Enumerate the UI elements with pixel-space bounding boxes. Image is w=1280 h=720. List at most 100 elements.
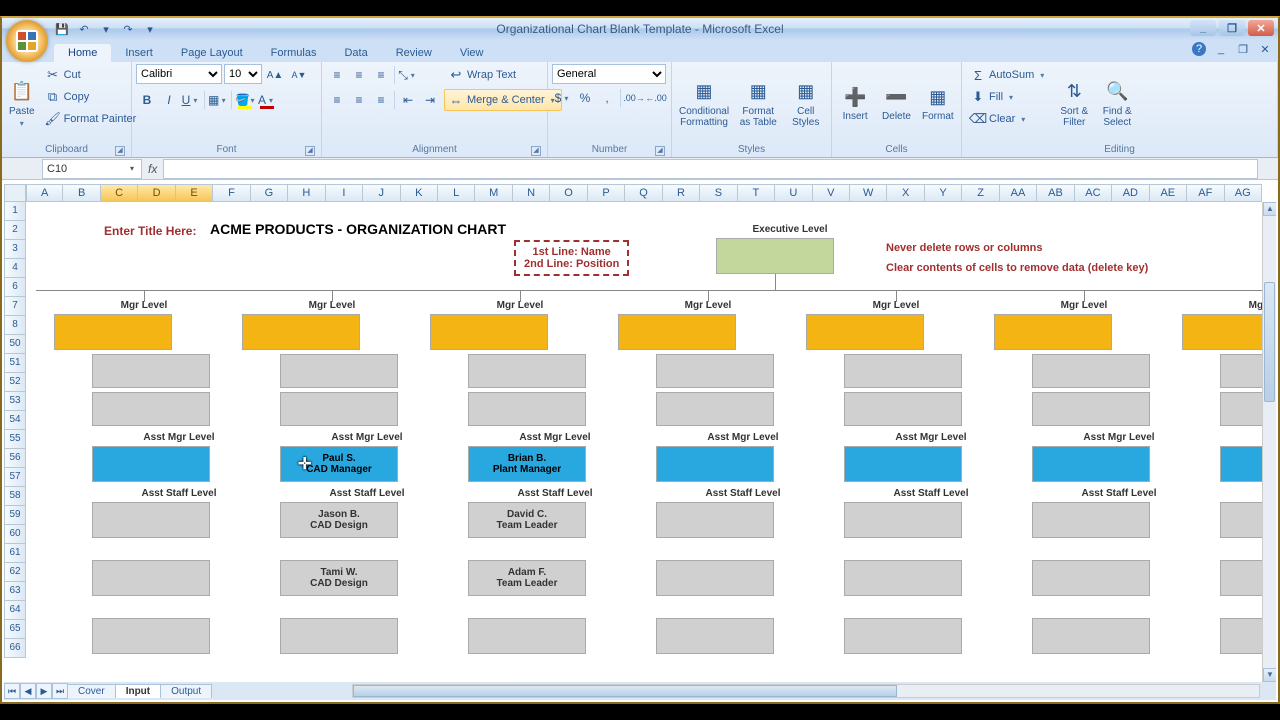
col-AF[interactable]: AF <box>1187 184 1224 202</box>
tab-nav-prev[interactable]: ◀ <box>20 683 36 699</box>
font-color-button[interactable]: A▾ <box>256 89 278 111</box>
staff-box[interactable] <box>1032 354 1150 388</box>
decrease-decimal-button[interactable]: ←.00 <box>645 87 667 109</box>
fill-button[interactable]: ⬇Fill▾ <box>966 86 1051 108</box>
doc-restore[interactable]: ❐ <box>1236 42 1250 56</box>
asststaff-box[interactable]: David C.Team Leader <box>468 502 586 538</box>
col-C[interactable]: C <box>101 184 138 202</box>
asstmgr-box[interactable]: Paul S.CAD Manager <box>280 446 398 482</box>
window-restore[interactable]: ❐ <box>1219 20 1245 36</box>
tab-formulas[interactable]: Formulas <box>257 44 331 62</box>
row-54[interactable]: 54 <box>4 411 26 430</box>
worksheet-cells[interactable]: Enter Title Here: ACME PRODUCTS - ORGANI… <box>26 202 1262 682</box>
asststaff-box[interactable]: Adam F.Team Leader <box>468 560 586 596</box>
asstmgr-box[interactable] <box>92 446 210 482</box>
asststaff-box[interactable] <box>280 618 398 654</box>
row-60[interactable]: 60 <box>4 525 26 544</box>
row-headers[interactable]: 1234678505152535455565758596061626364656… <box>4 202 26 682</box>
window-minimize[interactable]: _ <box>1190 20 1216 36</box>
col-O[interactable]: O <box>550 184 587 202</box>
accounting-button[interactable]: $▾ <box>552 87 574 109</box>
qat-customize-dd[interactable]: ▾ <box>142 21 158 37</box>
cut-button[interactable]: ✂Cut <box>41 64 141 86</box>
row-64[interactable]: 64 <box>4 601 26 620</box>
font-name-select[interactable]: Calibri <box>136 64 222 84</box>
mgr-box[interactable] <box>430 314 548 350</box>
col-I[interactable]: I <box>326 184 363 202</box>
mgr-box[interactable] <box>54 314 172 350</box>
asststaff-box[interactable] <box>844 618 962 654</box>
col-S[interactable]: S <box>700 184 737 202</box>
asststaff-box[interactable] <box>1032 560 1150 596</box>
row-58[interactable]: 58 <box>4 487 26 506</box>
qat-redo-icon[interactable]: ↷ <box>120 21 136 37</box>
staff-box[interactable] <box>656 354 774 388</box>
asstmgr-box[interactable]: Brian B.Plant Manager <box>468 446 586 482</box>
number-dialog-launcher[interactable]: ◢ <box>655 146 665 156</box>
col-AG[interactable]: AG <box>1225 184 1262 202</box>
col-T[interactable]: T <box>738 184 775 202</box>
doc-close[interactable]: ✕ <box>1258 42 1272 56</box>
align-right-button[interactable]: ≡ <box>370 89 392 111</box>
help-icon[interactable]: ? <box>1192 42 1206 56</box>
row-55[interactable]: 55 <box>4 430 26 449</box>
mgr-box[interactable] <box>806 314 924 350</box>
row-52[interactable]: 52 <box>4 373 26 392</box>
row-7[interactable]: 7 <box>4 297 26 316</box>
col-AB[interactable]: AB <box>1037 184 1074 202</box>
tab-nav-next[interactable]: ▶ <box>36 683 52 699</box>
wrap-text-button[interactable]: ↩Wrap Text <box>444 64 562 86</box>
row-66[interactable]: 66 <box>4 639 26 658</box>
row-3[interactable]: 3 <box>4 240 26 259</box>
row-59[interactable]: 59 <box>4 506 26 525</box>
tab-data[interactable]: Data <box>330 44 381 62</box>
row-62[interactable]: 62 <box>4 563 26 582</box>
asststaff-box[interactable] <box>656 560 774 596</box>
asststaff-box[interactable] <box>1032 618 1150 654</box>
find-select-button[interactable]: 🔍Find & Select <box>1097 64 1137 143</box>
asststaff-box[interactable] <box>92 560 210 596</box>
col-L[interactable]: L <box>438 184 475 202</box>
col-Z[interactable]: Z <box>962 184 999 202</box>
col-K[interactable]: K <box>401 184 438 202</box>
row-6[interactable]: 6 <box>4 278 26 297</box>
row-57[interactable]: 57 <box>4 468 26 487</box>
decrease-indent-button[interactable]: ⇤ <box>397 89 419 111</box>
row-53[interactable]: 53 <box>4 392 26 411</box>
col-N[interactable]: N <box>513 184 550 202</box>
col-M[interactable]: M <box>475 184 512 202</box>
window-close[interactable]: ✕ <box>1248 20 1274 36</box>
sheet-tab-cover[interactable]: Cover <box>67 684 116 698</box>
font-size-select[interactable]: 10 <box>224 64 262 84</box>
fill-color-button[interactable]: 🪣▾ <box>234 89 256 111</box>
col-G[interactable]: G <box>251 184 288 202</box>
format-cells-button[interactable]: ▦Format <box>919 64 957 143</box>
formula-bar[interactable] <box>163 159 1258 179</box>
col-X[interactable]: X <box>887 184 924 202</box>
row-8[interactable]: 8 <box>4 316 26 335</box>
mgr-box[interactable] <box>242 314 360 350</box>
qat-undo-icon[interactable]: ↶ <box>76 21 92 37</box>
mgr-box[interactable] <box>618 314 736 350</box>
vertical-scrollbar[interactable]: ▲ ▼ <box>1262 202 1276 682</box>
row-65[interactable]: 65 <box>4 620 26 639</box>
horizontal-scrollbar[interactable] <box>352 684 1260 698</box>
scroll-thumb[interactable] <box>1264 282 1275 402</box>
staff-box[interactable] <box>844 354 962 388</box>
asstmgr-box[interactable] <box>1032 446 1150 482</box>
asststaff-box[interactable] <box>1032 502 1150 538</box>
col-R[interactable]: R <box>663 184 700 202</box>
row-50[interactable]: 50 <box>4 335 26 354</box>
insert-cells-button[interactable]: ➕Insert <box>836 64 874 143</box>
border-button[interactable]: ▦▾ <box>207 89 229 111</box>
staff-box[interactable] <box>656 392 774 426</box>
asststaff-box[interactable] <box>844 560 962 596</box>
mgr-box[interactable] <box>994 314 1112 350</box>
col-AD[interactable]: AD <box>1112 184 1149 202</box>
tab-view[interactable]: View <box>446 44 498 62</box>
tab-nav-last[interactable]: ⏭ <box>52 683 68 699</box>
italic-button[interactable]: I <box>158 89 180 111</box>
staff-box[interactable] <box>1032 392 1150 426</box>
col-U[interactable]: U <box>775 184 812 202</box>
cell-styles-button[interactable]: ▦Cell Styles <box>784 64 827 143</box>
